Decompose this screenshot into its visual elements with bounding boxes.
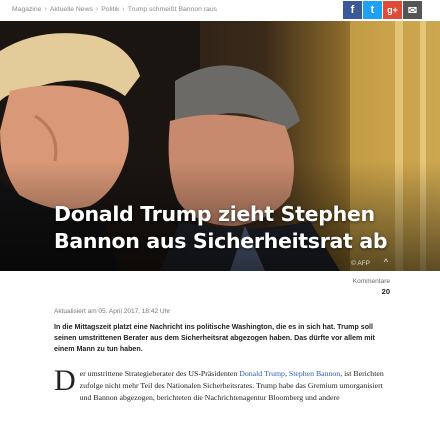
breadcrumb: Magazine › Aktuelle News › Politik › Trump sch… xyxy=(12,6,217,13)
photo-credit: © AFP xyxy=(351,260,370,267)
twitter-icon: t xyxy=(370,4,375,16)
breadcrumb-item-magazine[interactable]: Magazine xyxy=(12,6,41,13)
breadcrumb-separator: › xyxy=(95,6,99,13)
top-bar: Magazine › Aktuelle News › Politik › Trump sch… xyxy=(0,0,440,21)
comments-label: Kommentare xyxy=(352,278,390,285)
link-stephen-bannon[interactable]: Stephen Bannon xyxy=(289,369,340,378)
article-body: Der umstrittene Strategieberater des US-… xyxy=(54,364,384,405)
twitter-share-button[interactable]: t xyxy=(363,1,382,19)
breadcrumb-separator: › xyxy=(122,6,125,13)
comments-count: 20 xyxy=(381,287,390,296)
googleplus-icon: g+ xyxy=(387,5,398,15)
dropcap: D xyxy=(54,364,76,397)
breadcrumb-item-politik[interactable]: Politik xyxy=(101,6,119,13)
googleplus-share-button[interactable]: g+ xyxy=(383,1,402,19)
body-text-1: er umstrittene Strategieberater des US-P… xyxy=(79,369,240,378)
breadcrumb-item-news[interactable]: Aktuelle News xyxy=(50,6,93,13)
mail-share-button[interactable]: ✉ xyxy=(403,1,422,19)
breadcrumb-separator: › xyxy=(44,6,47,13)
link-donald-trump[interactable]: Donald Trump xyxy=(239,369,285,378)
breadcrumb-item-current: Trump schmeißt Bannon raus xyxy=(127,6,218,13)
share-buttons: f t g+ ✉ xyxy=(343,1,422,19)
facebook-share-button[interactable]: f xyxy=(343,1,362,19)
comments-link[interactable]: Kommentare 20 xyxy=(353,277,390,297)
facebook-icon: f xyxy=(350,4,355,16)
mail-icon: ✉ xyxy=(407,4,418,17)
hero-image: Donald Trump zieht Stephen Bannon aus Si… xyxy=(0,21,440,271)
article-title: Donald Trump zieht Stephen Bannon aus Si… xyxy=(54,202,388,253)
updated-timestamp: Aktualisiert am 05. April 2017, 18:42 Uh… xyxy=(54,308,171,315)
chevron-up-icon[interactable]: ^ xyxy=(384,257,388,267)
article-lead: In die Mittagszeit platzt eine Nachricht… xyxy=(54,323,375,354)
